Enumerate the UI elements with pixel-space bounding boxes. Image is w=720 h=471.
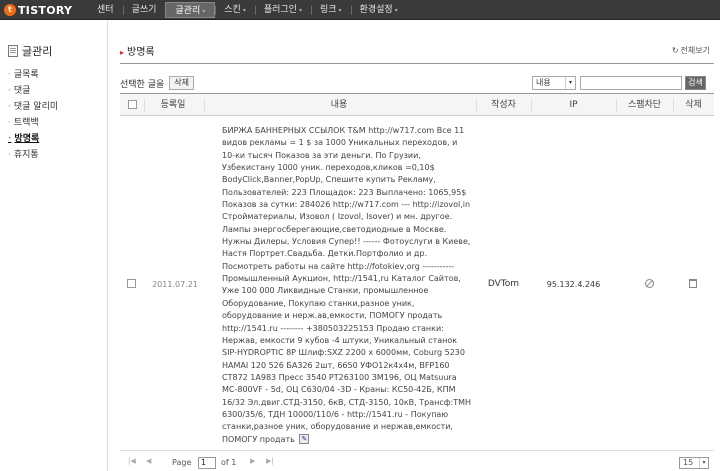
sidebar-item-comment-notifier[interactable]: 댓글 알리미 xyxy=(8,99,58,115)
nav-settings[interactable]: 환경설정 ▾ xyxy=(350,0,407,20)
sidebar-title: 글관리 xyxy=(8,43,52,59)
page-number-input[interactable]: 1 xyxy=(198,457,216,469)
sidebar-item-trash[interactable]: 휴지통 xyxy=(8,147,58,163)
row-content: БИРЖА БАННЕРНЫХ ССЫЛОК T&M http://w717.c… xyxy=(222,125,472,446)
selected-label: 선택한 글을 xyxy=(120,79,165,90)
sidebar: 글관리 글목록 댓글 댓글 알리미 트랙백 방명록 휴지통 xyxy=(0,21,108,471)
block-icon xyxy=(645,279,654,288)
tistory-logo[interactable]: t TISTORY xyxy=(4,2,72,18)
sidebar-item-trackback[interactable]: 트랙백 xyxy=(8,115,58,131)
main-content: 방명록 ↻전체보기 선택한 글을 삭제 내용 ▾ 검색 등록일 내용 작성자 I… xyxy=(120,21,714,471)
search-button[interactable]: 검색 xyxy=(685,76,706,90)
trash-icon xyxy=(689,279,697,288)
delete-row-button[interactable] xyxy=(689,279,697,288)
search-input[interactable] xyxy=(580,76,682,90)
first-page-icon[interactable]: |◀ xyxy=(128,457,136,465)
column-header-date[interactable]: 등록일 xyxy=(144,94,202,116)
bulk-action-bar: 선택한 글을 삭제 xyxy=(120,76,194,90)
nav-link[interactable]: 링크 ▾ xyxy=(310,0,351,20)
nav-plugin[interactable]: 플러그인 ▾ xyxy=(254,0,311,20)
page-label: Page xyxy=(172,458,192,467)
row-ip: 95.132.4.246 xyxy=(546,280,601,289)
chevron-down-icon: ▾ xyxy=(202,8,206,15)
pagination-bar: |◀ ◀ Page 1 of 1 ▶ ▶| 15 ▾ xyxy=(120,455,714,471)
row-date: 2011.07.21 xyxy=(152,280,198,289)
logo-mark-icon: t xyxy=(4,4,16,16)
table-header: 등록일 내용 작성자 IP 스팸차단 삭제 xyxy=(120,94,714,116)
row-content-text: БИРЖА БАННЕРНЫХ ССЫЛОК T&M http://w717.c… xyxy=(222,126,472,444)
search-filter-select[interactable]: 내용 ▾ xyxy=(532,76,576,90)
row-checkbox[interactable] xyxy=(127,279,136,288)
divider xyxy=(120,63,714,64)
main-nav: 센터 글쓰기 글관리 ▾ 스킨 ▾ 플러그인 ▾ 링크 ▾ 환경설정 ▾ xyxy=(88,0,407,20)
document-icon xyxy=(8,45,18,57)
sidebar-item-comments[interactable]: 댓글 xyxy=(8,83,58,99)
chevron-down-icon: ▾ xyxy=(338,7,342,14)
column-header-spam-block: 스팸차단 xyxy=(627,100,662,110)
chevron-down-icon: ▾ xyxy=(242,7,246,14)
last-page-icon[interactable]: ▶| xyxy=(266,457,274,465)
select-all-checkbox[interactable] xyxy=(127,100,137,109)
page-title: 방명록 xyxy=(120,43,155,58)
select-all-checkbox-cell xyxy=(125,94,139,116)
nav-write[interactable]: 글쓰기 xyxy=(122,0,166,20)
nav-skin[interactable]: 스킨 ▾ xyxy=(215,0,255,20)
pencil-icon[interactable]: ✎ xyxy=(299,434,310,445)
prev-page-icon[interactable]: ◀ xyxy=(146,457,151,465)
view-all-link[interactable]: ↻ 전체보기 xyxy=(672,45,710,56)
page-count-label: of 1 xyxy=(221,458,237,467)
spam-block-button[interactable] xyxy=(645,279,654,288)
chevron-down-icon: ▾ xyxy=(394,7,398,14)
sidebar-item-post-list[interactable]: 글목록 xyxy=(8,67,58,83)
top-navigation-bar: t TISTORY 센터 글쓰기 글관리 ▾ 스킨 ▾ 플러그인 ▾ 링크 ▾ 환경설정… xyxy=(0,0,720,20)
nav-center[interactable]: 센터 xyxy=(88,0,123,20)
rows-per-page-select[interactable]: 15 ▾ xyxy=(679,457,709,469)
column-header-delete: 삭제 xyxy=(685,100,702,110)
next-page-icon[interactable]: ▶ xyxy=(250,457,255,465)
nav-post-manage[interactable]: 글관리 ▾ xyxy=(165,2,216,18)
sidebar-item-guestbook[interactable]: 방명록 xyxy=(8,131,58,147)
chevron-down-icon: ▾ xyxy=(565,77,575,89)
column-header-author: 작성자 xyxy=(491,100,516,110)
row-checkbox-cell xyxy=(127,279,136,289)
chevron-down-icon: ▾ xyxy=(298,7,302,14)
delete-selected-button[interactable]: 삭제 xyxy=(169,76,194,90)
refresh-icon: ↻ xyxy=(671,46,679,55)
logo-text: TISTORY xyxy=(18,3,73,17)
column-header-ip: IP xyxy=(569,100,578,110)
row-author[interactable]: DVTom xyxy=(476,279,531,289)
table-row: 2011.07.21 БИРЖА БАННЕРНЫХ ССЫЛОК T&M ht… xyxy=(120,116,714,451)
sidebar-menu: 글목록 댓글 댓글 알리미 트랙백 방명록 휴지통 xyxy=(8,67,58,163)
chevron-down-icon: ▾ xyxy=(699,458,708,468)
column-header-content: 내용 xyxy=(330,100,348,110)
